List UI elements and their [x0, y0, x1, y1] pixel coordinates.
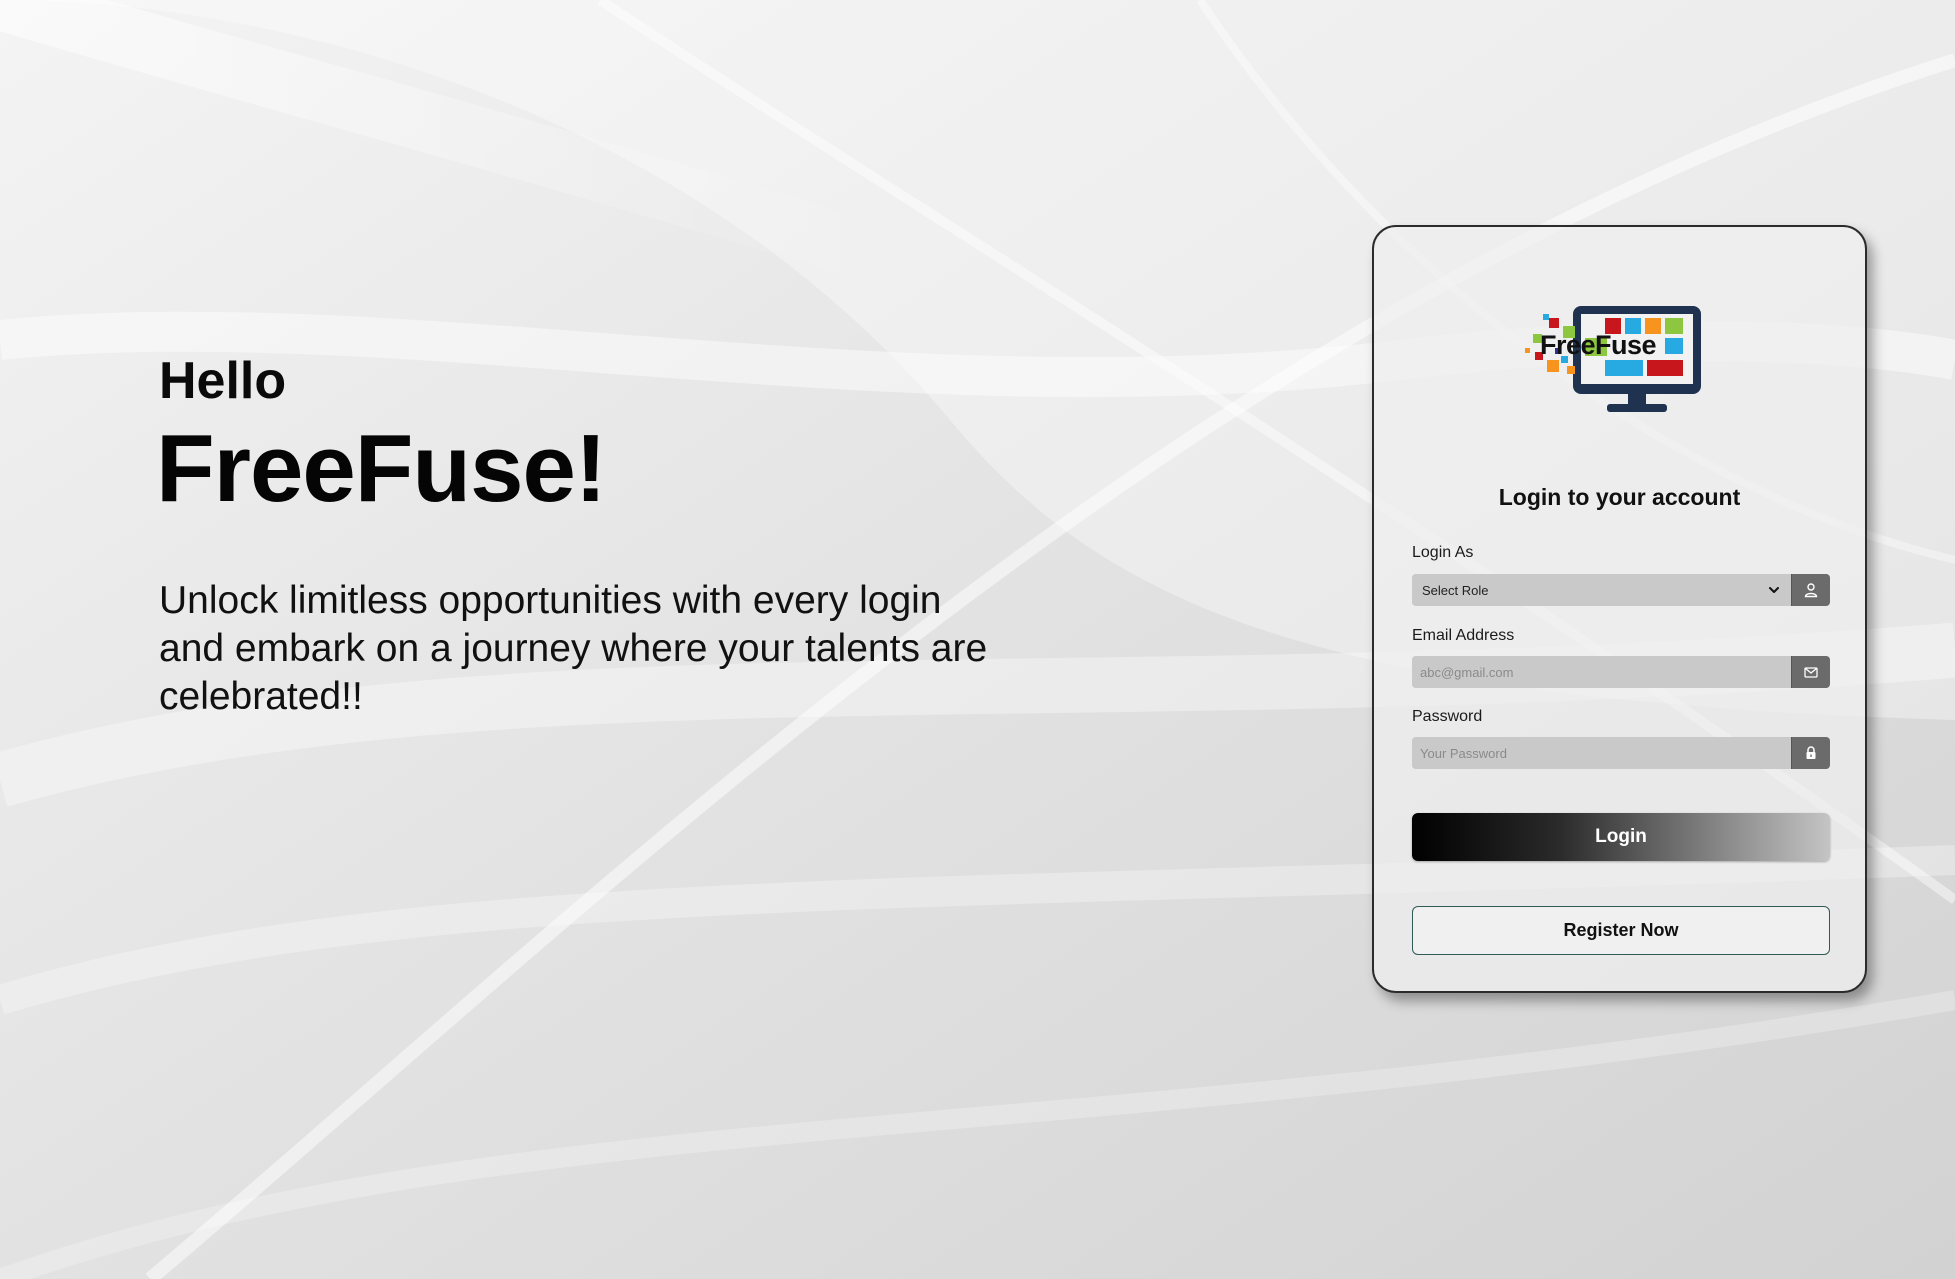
login-title: Login to your account	[1498, 484, 1741, 510]
chevron-down-icon	[1769, 587, 1779, 593]
email-label: Email Address	[1412, 627, 1515, 644]
login-button[interactable]: Login	[1412, 813, 1830, 861]
mail-icon-addon	[1791, 656, 1830, 688]
role-select-value: Select Role	[1422, 582, 1489, 598]
lock-icon	[1806, 746, 1816, 759]
password-label: Password	[1412, 708, 1483, 725]
mail-icon	[1804, 667, 1818, 678]
hero-tagline: Unlock limitless opportunities with ever…	[159, 579, 988, 718]
hero-greeting: Hello	[159, 352, 287, 410]
password-input[interactable]	[1412, 737, 1791, 769]
hero-section: Hello FreeFuse! Unlock limitless opportu…	[156, 352, 1039, 721]
register-now-button[interactable]: Register Now	[1412, 906, 1830, 955]
role-select[interactable]: Select Role	[1412, 574, 1791, 606]
hero-brand-title: FreeFuse!	[156, 415, 607, 522]
role-select-group: Select Role	[1412, 574, 1830, 606]
logo-wordmark: FreeFuse	[1540, 330, 1657, 360]
email-input[interactable]	[1412, 656, 1791, 688]
freefuse-logo: FreeFuse	[1517, 304, 1707, 416]
email-field-group	[1412, 656, 1830, 688]
password-field-group	[1412, 737, 1830, 769]
login-card: FreeFuse Login to your account Login As …	[1372, 225, 1867, 993]
role-label: Login As	[1412, 544, 1474, 561]
user-icon	[1804, 583, 1818, 598]
user-icon-addon	[1791, 574, 1830, 606]
lock-icon-addon	[1791, 737, 1830, 769]
